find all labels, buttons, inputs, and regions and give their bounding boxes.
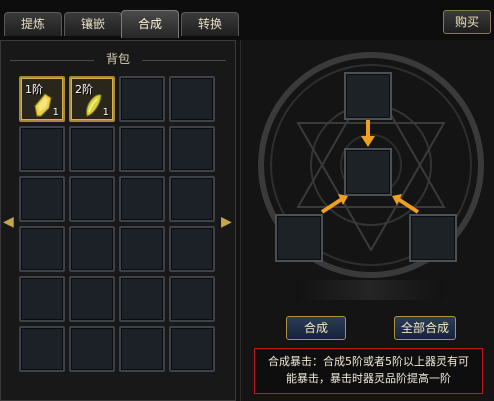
bag-slot-item[interactable]: 1阶 1 (19, 76, 65, 122)
bag-slot[interactable] (169, 126, 215, 172)
bag-slot[interactable] (119, 226, 165, 272)
bag-slot[interactable] (119, 176, 165, 222)
bag-slot[interactable] (19, 126, 65, 172)
bag-grid: 1阶 1 2阶 1 (19, 76, 215, 372)
gem-icon (86, 94, 102, 117)
bag-slot-item[interactable]: 2阶 1 (69, 76, 115, 122)
bag-slot[interactable] (69, 226, 115, 272)
bag-slot[interactable] (169, 276, 215, 322)
bag-slot[interactable] (119, 276, 165, 322)
compose-button[interactable]: 合成 (286, 316, 346, 340)
tab-inlay[interactable]: 镶嵌 (64, 12, 122, 36)
next-page-arrow-icon[interactable]: ▶ (221, 214, 232, 230)
compose-all-button[interactable]: 全部合成 (394, 316, 456, 340)
item-count: 1 (102, 107, 109, 118)
prev-page-arrow-icon[interactable]: ◀ (3, 214, 14, 230)
bag-slot[interactable] (119, 326, 165, 372)
bag-slot[interactable] (69, 176, 115, 222)
tab-compose[interactable]: 合成 (121, 10, 179, 38)
tab-bar: 提炼 镶嵌 合成 转换 购买 (0, 0, 494, 40)
item-count: 1 (52, 107, 59, 118)
info-line: 合成暴击：合成5阶或者5阶以上器灵有可 (268, 355, 469, 368)
tab-convert[interactable]: 转换 (181, 12, 239, 36)
bag-slot[interactable] (69, 326, 115, 372)
bag-slot[interactable] (19, 276, 65, 322)
bag-slot[interactable] (19, 226, 65, 272)
bag-slot[interactable] (169, 226, 215, 272)
compose-result-slot[interactable] (344, 148, 392, 196)
bag-slot[interactable] (19, 176, 65, 222)
bag-slot[interactable] (119, 76, 165, 122)
arrow-diagonal-icon (392, 194, 420, 214)
compose-input-slot-top[interactable] (344, 72, 392, 120)
bag-slot[interactable] (119, 126, 165, 172)
compose-input-slot-right[interactable] (409, 214, 457, 262)
gem-icon (34, 93, 52, 117)
bag-slot[interactable] (169, 176, 215, 222)
compose-crit-info: 合成暴击：合成5阶或者5阶以上器灵有可 能暴击，暴击时器灵品阶提高一阶 (254, 348, 483, 394)
bag-slot[interactable] (69, 276, 115, 322)
bag-title: 背包 (105, 52, 130, 66)
bag-slot[interactable] (169, 76, 215, 122)
bag-slot[interactable] (169, 326, 215, 372)
info-line: 能暴击，暴击时器灵品阶提高一阶 (286, 372, 451, 385)
divider (142, 60, 226, 61)
tab-refine[interactable]: 提炼 (4, 12, 62, 36)
result-name-bar (296, 280, 444, 300)
arrow-diagonal-icon (320, 194, 348, 214)
compose-input-slot-left[interactable] (275, 214, 323, 262)
arrow-down-icon (361, 120, 375, 147)
bag-slot[interactable] (19, 326, 65, 372)
bag-slot[interactable] (69, 126, 115, 172)
buy-button[interactable]: 购买 (443, 10, 491, 34)
